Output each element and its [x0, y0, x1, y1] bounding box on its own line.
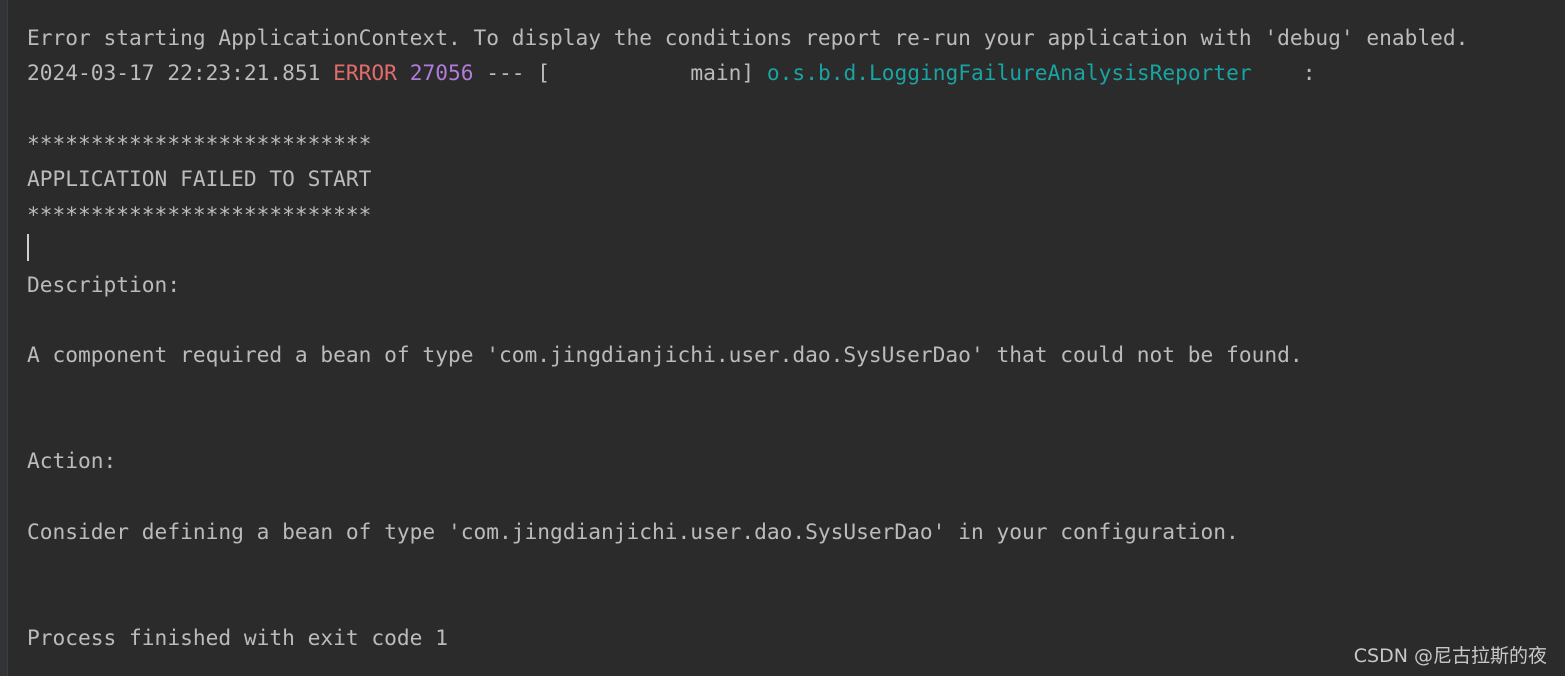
console-line-action: Consider defining a bean of type 'com.ji… — [27, 519, 1239, 544]
log-timestamp: 2024-03-17 22:23:21.851 — [27, 60, 321, 85]
log-separator: --- — [486, 60, 525, 85]
log-level: ERROR — [333, 60, 397, 85]
log-logger-link[interactable]: o.s.b.d.LoggingFailureAnalysisReporter — [767, 60, 1252, 85]
text-caret — [27, 234, 29, 261]
console-line-description: A component required a bean of type 'com… — [27, 342, 1303, 367]
console-line-description-label: Description: — [27, 272, 181, 297]
console-line-stars-bottom: *************************** — [27, 202, 372, 227]
console-line-exit: Process finished with exit code 1 — [27, 625, 448, 650]
log-thread: [ main] — [537, 60, 755, 85]
log-pid: 27056 — [409, 60, 474, 85]
console-gutter — [0, 0, 8, 676]
console-output[interactable]: Error starting ApplicationContext. To di… — [0, 0, 1565, 676]
log-colon: : — [1302, 60, 1316, 85]
console-line-banner: APPLICATION FAILED TO START — [27, 166, 372, 191]
watermark: CSDN @尼古拉斯的夜 — [1353, 645, 1547, 667]
console-line-log: 2024-03-17 22:23:21.851 ERROR 27056 --- … — [27, 58, 1315, 88]
console-line-action-label: Action: — [27, 448, 117, 473]
console-line-error-start: Error starting ApplicationContext. To di… — [27, 25, 1469, 50]
console-line-stars-top: *************************** — [27, 131, 372, 156]
